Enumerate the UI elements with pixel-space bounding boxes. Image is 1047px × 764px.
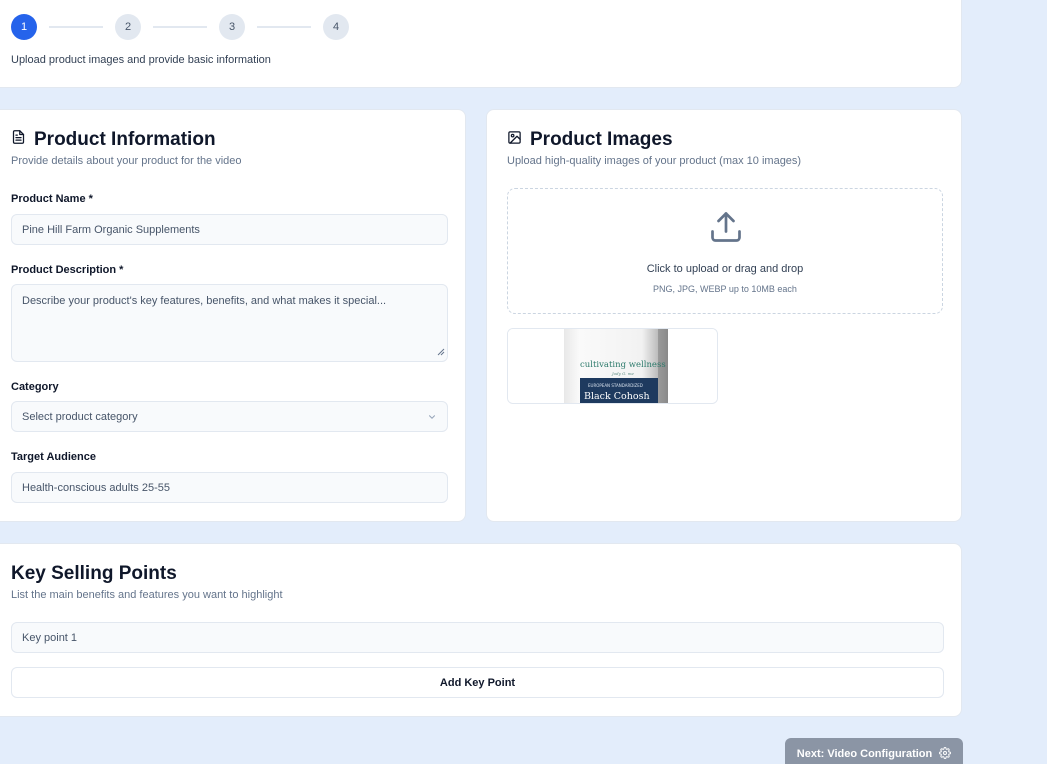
resize-grip-icon[interactable] <box>437 347 445 359</box>
image-dropzone[interactable]: Click to upload or drag and drop PNG, JP… <box>507 188 943 314</box>
key-point-input-1[interactable]: Key point 1 <box>11 622 944 653</box>
product-bottle-image: cultivating wellness Jody G. me EUROPEAN… <box>508 329 717 403</box>
category-placeholder: Select product category <box>22 410 138 423</box>
thumb-product-text: Black Cohosh <box>584 391 650 402</box>
key-points-title: Key Selling Points <box>11 563 177 584</box>
product-info-card: Product Information Provide details abou… <box>0 109 466 522</box>
product-images-description: Upload high-quality images of your produ… <box>507 155 802 167</box>
stepper: 1 2 3 4 <box>11 14 349 40</box>
target-audience-input[interactable]: Health-conscious adults 25-55 <box>11 472 448 503</box>
product-images-title: Product Images <box>530 129 673 150</box>
step-connector <box>257 26 311 28</box>
product-description-textarea[interactable]: Describe your product's key features, be… <box>11 284 448 362</box>
gear-icon <box>932 746 952 762</box>
chevron-down-icon <box>427 412 437 425</box>
product-name-label: Product Name * <box>11 193 93 205</box>
product-description-label: Product Description * <box>11 264 124 276</box>
step-connector <box>49 26 103 28</box>
svg-text:Jody G. me: Jody G. me <box>611 371 634 376</box>
add-key-point-button[interactable]: Add Key Point <box>11 667 944 698</box>
next-video-configuration-button[interactable]: Next: Video Configuration <box>785 738 963 764</box>
key-points-card: Key Selling Points List the main benefit… <box>0 543 962 717</box>
product-name-input[interactable]: Pine Hill Farm Organic Supplements <box>11 214 448 245</box>
product-images-heading: Product Images <box>507 129 673 151</box>
step-2[interactable]: 2 <box>115 14 141 40</box>
document-icon <box>11 129 34 151</box>
step-connector <box>153 26 207 28</box>
product-image-thumbnail[interactable]: cultivating wellness Jody G. me EUROPEAN… <box>507 328 718 404</box>
product-info-description: Provide details about your product for t… <box>11 155 242 167</box>
step-3[interactable]: 3 <box>219 14 245 40</box>
target-audience-label: Target Audience <box>11 451 96 463</box>
next-button-label: Next: Video Configuration <box>796 748 933 760</box>
product-images-card: Product Images Upload high-quality image… <box>486 109 962 522</box>
dropzone-sub-text: PNG, JPG, WEBP up to 10MB each <box>653 284 797 294</box>
product-description-placeholder: Describe your product's key features, be… <box>22 295 387 307</box>
product-info-heading: Product Information <box>11 129 216 151</box>
key-points-description: List the main benefits and features you … <box>11 589 283 601</box>
thumb-tag-text: EUROPEAN STANDARDIZED <box>588 383 643 388</box>
category-label: Category <box>11 381 59 393</box>
upload-icon <box>708 209 744 250</box>
stepper-card: 1 2 3 4 Upload product images and provid… <box>0 0 962 88</box>
dropzone-main-text: Click to upload or drag and drop <box>646 263 804 275</box>
category-select[interactable]: Select product category <box>11 401 448 432</box>
image-icon <box>507 129 530 151</box>
product-info-title: Product Information <box>34 129 216 150</box>
step-subtitle: Upload product images and provide basic … <box>11 54 271 66</box>
thumb-brand-text: cultivating wellness <box>580 360 666 370</box>
step-1[interactable]: 1 <box>11 14 37 40</box>
step-4[interactable]: 4 <box>323 14 349 40</box>
